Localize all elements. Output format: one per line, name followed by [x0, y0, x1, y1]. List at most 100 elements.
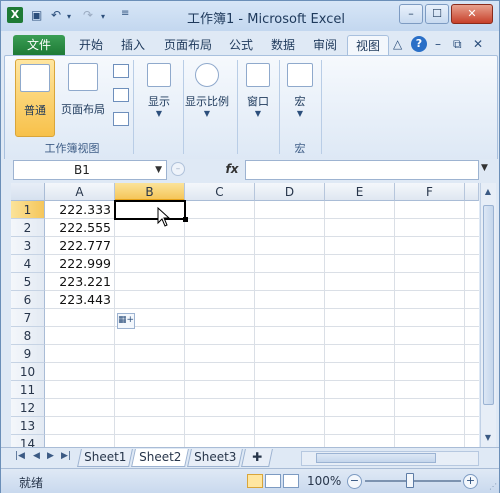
- page-break-preview-icon[interactable]: [113, 64, 129, 78]
- row-header-5[interactable]: 5: [11, 273, 45, 291]
- scroll-up-icon[interactable]: ▲: [482, 185, 494, 199]
- page-layout-status-icon[interactable]: [265, 474, 281, 488]
- maximize-button[interactable]: ☐: [425, 4, 449, 24]
- name-box-dropdown-icon[interactable]: ▼: [155, 161, 162, 179]
- row-header-2[interactable]: 2: [11, 219, 45, 237]
- formula-bar: B1 ▼ – fx ▼: [1, 159, 499, 181]
- column-header-f[interactable]: F: [395, 183, 465, 201]
- auto-fill-options-icon[interactable]: ▦+: [117, 313, 135, 329]
- redo-dropdown-icon[interactable]: ▾: [101, 12, 105, 21]
- sheet-tab-sheet1[interactable]: Sheet1: [77, 449, 133, 467]
- tab-formulas[interactable]: 公式: [223, 35, 259, 55]
- window-button[interactable]: 窗口 ▼: [239, 59, 277, 129]
- normal-view-button[interactable]: 普通: [15, 59, 55, 137]
- minimize-button[interactable]: –: [399, 4, 423, 24]
- name-box[interactable]: B1 ▼: [13, 160, 167, 180]
- close-button[interactable]: ✕: [451, 4, 493, 24]
- undo-icon[interactable]: ↶: [51, 8, 61, 22]
- row-header-1[interactable]: 1: [11, 201, 45, 219]
- formula-input[interactable]: [245, 160, 479, 180]
- ribbon-separator: [133, 60, 134, 154]
- column-header-b[interactable]: B: [115, 183, 185, 201]
- zoom-out-icon[interactable]: −: [347, 474, 362, 489]
- prev-sheet-icon[interactable]: ◀: [33, 451, 40, 461]
- select-all-corner[interactable]: [11, 183, 45, 201]
- macros-button[interactable]: 宏 ▼: [283, 59, 317, 131]
- insert-sheet-icon: ✚: [252, 450, 263, 464]
- custom-views-icon[interactable]: [113, 88, 129, 102]
- show-button[interactable]: 显示 ▼: [139, 59, 179, 129]
- excel-window: X ▣ ↶ ▾ ↷ ▾ ≡ 工作簿1 - Microsoft Excel – ☐…: [0, 0, 500, 493]
- tab-data[interactable]: 数据: [263, 35, 303, 55]
- column-header-d[interactable]: D: [255, 183, 325, 201]
- formula-bar-resize-icon[interactable]: –: [171, 162, 185, 176]
- cell-a2[interactable]: 222.555: [45, 219, 115, 237]
- customize-quick-access-icon[interactable]: ≡: [121, 8, 129, 19]
- workbook-minimize-icon[interactable]: –: [435, 37, 441, 51]
- tab-view[interactable]: 视图: [347, 35, 389, 56]
- help-icon[interactable]: ?: [411, 36, 427, 52]
- status-bar: 就绪 100% − + ⋰: [1, 468, 499, 493]
- zoom-level[interactable]: 100%: [307, 474, 341, 488]
- row-header-3[interactable]: 3: [11, 237, 45, 255]
- vertical-scrollbar[interactable]: ▲ ▼: [480, 183, 496, 447]
- horizontal-scrollbar[interactable]: [301, 451, 479, 466]
- scroll-down-icon[interactable]: ▼: [482, 431, 494, 445]
- cell-a1[interactable]: 222.333: [45, 201, 115, 219]
- active-cell-b1[interactable]: [114, 200, 186, 220]
- row-header-14[interactable]: 14: [11, 435, 45, 447]
- workbook-restore-icon[interactable]: ⧉: [453, 37, 462, 52]
- tab-home[interactable]: 开始: [71, 35, 111, 55]
- zoom-magnifier-icon: [195, 63, 219, 87]
- show-dropdown-icon: ▼: [155, 109, 163, 118]
- row-header-12[interactable]: 12: [11, 399, 45, 417]
- insert-function-icon[interactable]: fx: [221, 160, 243, 178]
- page-layout-view-button[interactable]: 页面布局: [57, 59, 109, 135]
- ribbon-view: 普通 页面布局 工作簿视图 显示 ▼ 显示比例 ▼ 窗口 ▼ 宏 ▼ 宏: [4, 55, 498, 161]
- fill-handle[interactable]: [183, 217, 188, 222]
- column-header-c[interactable]: C: [185, 183, 255, 201]
- sheet-tab-sheet3[interactable]: Sheet3: [187, 449, 243, 467]
- redo-icon[interactable]: ↷: [83, 8, 93, 22]
- mouse-pointer-icon: [157, 207, 171, 227]
- normal-view-status-icon[interactable]: [247, 474, 263, 488]
- cell-a4[interactable]: 222.999: [45, 255, 115, 273]
- cell-a3[interactable]: 222.777: [45, 237, 115, 255]
- column-header-a[interactable]: A: [45, 183, 115, 201]
- workbook-close-icon[interactable]: ✕: [473, 37, 483, 51]
- zoom-button[interactable]: 显示比例 ▼: [181, 59, 233, 129]
- tab-file[interactable]: 文件: [13, 35, 65, 55]
- page-break-status-icon[interactable]: [283, 474, 299, 488]
- expand-formula-bar-icon[interactable]: ▼: [481, 163, 488, 173]
- zoom-in-icon[interactable]: +: [463, 474, 478, 489]
- zoom-slider-thumb[interactable]: [406, 473, 414, 488]
- row-header-8[interactable]: 8: [11, 327, 45, 345]
- first-sheet-icon[interactable]: |◀: [15, 451, 25, 461]
- cell-a6[interactable]: 223.443: [45, 291, 115, 309]
- resize-grip-icon[interactable]: ⋰: [489, 482, 497, 491]
- column-header-e[interactable]: E: [325, 183, 395, 201]
- row-header-7[interactable]: 7: [11, 309, 45, 327]
- tab-review[interactable]: 审阅: [307, 35, 343, 55]
- row-header-11[interactable]: 11: [11, 381, 45, 399]
- full-screen-icon[interactable]: [113, 112, 129, 126]
- row-header-4[interactable]: 4: [11, 255, 45, 273]
- tab-page-layout[interactable]: 页面布局: [157, 35, 219, 55]
- next-sheet-icon[interactable]: ▶: [47, 451, 54, 461]
- insert-sheet-tab[interactable]: ✚: [241, 449, 273, 467]
- collapse-ribbon-icon[interactable]: △: [393, 37, 402, 51]
- last-sheet-icon[interactable]: ▶|: [61, 451, 71, 461]
- row-header-6[interactable]: 6: [11, 291, 45, 309]
- tab-insert[interactable]: 插入: [113, 35, 153, 55]
- row-header-9[interactable]: 9: [11, 345, 45, 363]
- excel-app-icon[interactable]: X: [7, 7, 23, 23]
- undo-dropdown-icon[interactable]: ▾: [67, 12, 71, 21]
- cell-a5[interactable]: 223.221: [45, 273, 115, 291]
- save-icon[interactable]: ▣: [31, 8, 42, 22]
- horizontal-scroll-thumb[interactable]: [316, 453, 436, 463]
- vertical-scroll-thumb[interactable]: [483, 205, 494, 405]
- row-header-10[interactable]: 10: [11, 363, 45, 381]
- row-header-13[interactable]: 13: [11, 417, 45, 435]
- zoom-label: 显示比例: [185, 95, 229, 108]
- sheet-tab-sheet2[interactable]: Sheet2: [131, 449, 189, 467]
